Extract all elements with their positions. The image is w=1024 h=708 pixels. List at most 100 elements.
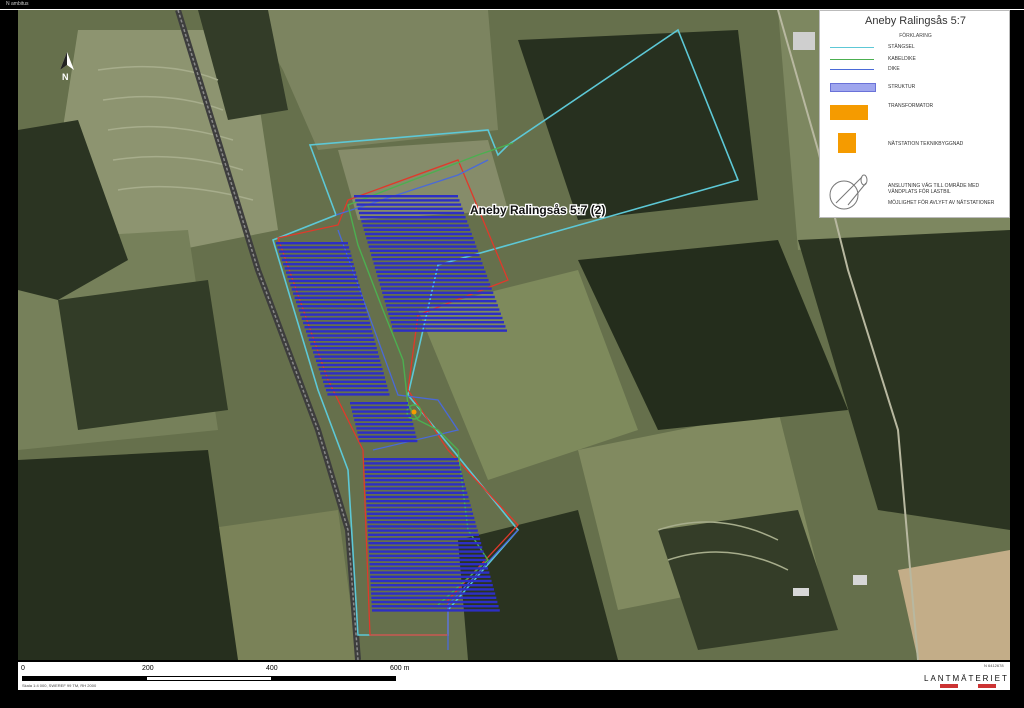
solar-panel-row — [293, 292, 362, 295]
solar-panel-row — [311, 347, 377, 350]
solar-panel-row — [371, 592, 496, 595]
solar-panel-row — [294, 296, 363, 299]
solar-panel-row — [366, 495, 469, 499]
solar-panel-row — [373, 262, 483, 265]
solar-panel-row — [370, 575, 491, 578]
solar-panel-row — [381, 287, 492, 290]
legend-label-transformer: TRANSFORMATOR — [888, 103, 934, 109]
solar-panel-row — [355, 423, 414, 426]
solar-panel-row — [367, 525, 477, 528]
solar-panel-row — [385, 304, 498, 307]
solar-panel-row — [301, 317, 369, 320]
legend-label-cable: KABELDIKE — [888, 56, 916, 62]
map-frame: N ambitus Aneby Ralingsås 5:7 (2) N Aneb… — [0, 0, 1024, 708]
solar-panel-row — [370, 588, 494, 591]
solar-panel-row — [318, 368, 383, 371]
solar-panel-row — [390, 321, 504, 324]
solar-panel-row — [368, 537, 481, 541]
scale-tick-200: 200 — [142, 665, 154, 672]
brand-bar — [940, 684, 958, 688]
solar-panel-row — [368, 542, 482, 545]
solar-panel-row — [308, 338, 375, 341]
top-strip: N ambitus — [0, 0, 1024, 10]
solar-panel-row — [368, 533, 479, 536]
scale-tick-400: 400 — [266, 665, 278, 672]
solar-panel-row — [276, 242, 348, 245]
coordinate-label: N 6412678 — [984, 663, 1004, 668]
legend-label-fence: STÄNGSEL — [888, 44, 915, 50]
north-label: N — [62, 72, 69, 82]
solar-panel-row — [288, 279, 359, 283]
solar-panel-row — [364, 466, 461, 469]
solar-panel-row — [369, 249, 478, 252]
solar-panel-row — [372, 258, 481, 261]
solar-panel-row — [356, 203, 462, 206]
brand-logo: LANTMÄTERIET — [924, 674, 1009, 683]
legend-swatch-ditch — [830, 69, 874, 70]
legend-swatch-substation — [838, 133, 856, 153]
solar-panel-row — [355, 199, 460, 202]
solar-panel-row — [323, 380, 386, 383]
solar-panel-row — [393, 329, 507, 332]
legend-swatch-structure — [830, 83, 876, 92]
solar-panel-row — [327, 393, 390, 396]
solar-panel-row — [367, 521, 476, 524]
legend-label-lift: MÖJLIGHET FÖR AVLYFT AV NÄTSTATIONER — [888, 200, 995, 206]
solar-panel-row — [365, 483, 465, 486]
solar-panel-row — [364, 458, 458, 461]
solar-panel-row — [317, 363, 382, 367]
solar-panel-row — [361, 220, 468, 223]
solar-panel-row — [369, 558, 486, 562]
scale-footer: 0 200 400 600 m Skala 1:4 000, SWEREF 99… — [18, 662, 1010, 690]
solar-panel-row — [358, 211, 465, 215]
solar-panel-row — [307, 334, 374, 337]
solar-panel-row — [387, 308, 500, 311]
solar-panel-row — [363, 228, 471, 231]
solar-panel-row — [371, 605, 499, 608]
solar-panel-row — [365, 232, 472, 236]
solar-panel-row — [321, 376, 385, 379]
brand-bar — [978, 684, 996, 688]
building — [853, 575, 867, 585]
solar-panel-row — [365, 491, 468, 494]
solar-panel-row — [306, 330, 373, 333]
solar-panel-row — [300, 313, 368, 316]
solar-panel-row — [378, 279, 489, 282]
solar-panel-row — [304, 326, 371, 329]
solar-panel-row — [320, 372, 384, 375]
solar-panel-row — [278, 250, 351, 253]
legend-label-road: ANSLUTNING VÄG TILL OMRÅDE MED VÄNDPLATS… — [888, 183, 980, 195]
solar-panel-row — [364, 462, 460, 465]
solar-panel-row — [290, 284, 360, 287]
solar-panel-row — [360, 216, 466, 219]
solar-panel-row — [369, 554, 485, 557]
solar-panel-row — [371, 600, 498, 604]
solar-panel-row — [350, 402, 408, 405]
solar-panel-row — [357, 207, 463, 210]
solar-panel-row — [368, 550, 484, 553]
solar-panel-row — [384, 300, 497, 303]
top-caption: N ambitus — [6, 1, 29, 7]
solar-panel-row — [371, 253, 480, 257]
scale-bar — [22, 676, 396, 681]
solar-panel-row — [392, 325, 506, 328]
solar-panel-row — [354, 418, 413, 422]
solar-panel-row — [313, 351, 378, 354]
solar-panel-row — [369, 567, 489, 570]
solar-panel-row — [370, 571, 490, 574]
solar-panel-row — [383, 295, 495, 299]
solar-panel-row — [303, 321, 370, 325]
scale-tick-0: 0 — [21, 665, 25, 672]
solar-panel-row — [297, 305, 366, 308]
solar-panel-row — [367, 516, 475, 520]
solar-panel-row — [379, 283, 491, 286]
solar-panel-row — [368, 245, 477, 248]
solar-panel-row — [377, 274, 488, 278]
solar-panel-row — [389, 316, 503, 320]
solar-panel-row — [374, 266, 484, 269]
substation-marker — [411, 409, 417, 415]
solar-panel-row — [367, 529, 478, 532]
legend-subtitle: FÖRKLARING — [899, 33, 932, 39]
solar-panel-row — [365, 487, 467, 490]
solar-panel-row — [280, 254, 352, 257]
